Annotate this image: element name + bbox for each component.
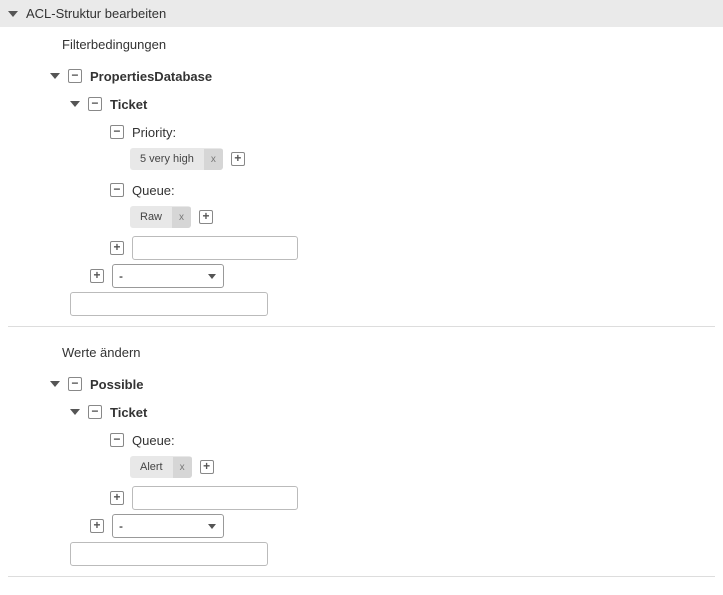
node-possible[interactable]: Possible — [8, 370, 723, 398]
panel-title: ACL-Struktur bearbeiten — [26, 6, 166, 21]
tag-remove-button[interactable]: x — [204, 149, 223, 170]
add-prop-row-change — [8, 484, 723, 512]
node-queue-change[interactable]: Queue: — [8, 426, 723, 454]
remove-node-icon[interactable] — [110, 125, 124, 139]
add-type-row-match: - — [8, 262, 723, 290]
prop-label: Queue: — [132, 183, 175, 198]
tag-remove-button[interactable]: x — [172, 207, 191, 228]
remove-node-icon[interactable] — [110, 433, 124, 447]
caret-down-icon — [50, 73, 60, 79]
remove-node-icon[interactable] — [88, 405, 102, 419]
add-prop-row-match — [8, 234, 723, 262]
add-prop-icon[interactable] — [110, 491, 124, 505]
type-select-wrap: - — [112, 514, 224, 538]
collapse-icon — [8, 11, 18, 17]
add-root-input-change[interactable] — [70, 542, 268, 566]
value-row-priority: 5 very high x — [8, 146, 723, 176]
type-select-wrap: - — [112, 264, 224, 288]
caret-down-icon — [70, 101, 80, 107]
node-label: Possible — [90, 377, 143, 392]
prop-label: Priority: — [132, 125, 176, 140]
prop-label: Queue: — [132, 433, 175, 448]
node-priority[interactable]: Priority: — [8, 118, 723, 146]
node-label: Ticket — [110, 97, 147, 112]
type-select-match[interactable]: - — [112, 264, 224, 288]
node-label: Ticket — [110, 405, 147, 420]
add-type-row-change: - — [8, 512, 723, 540]
value-row-queue-match: Raw x — [8, 204, 723, 234]
section-divider — [8, 326, 715, 327]
add-value-icon[interactable] — [199, 210, 213, 224]
remove-node-icon[interactable] — [110, 183, 124, 197]
section-divider — [8, 576, 715, 577]
add-type-icon[interactable] — [90, 519, 104, 533]
remove-node-icon[interactable] — [88, 97, 102, 111]
node-ticket-change[interactable]: Ticket — [8, 398, 723, 426]
add-prop-icon[interactable] — [110, 241, 124, 255]
tag-queue-change[interactable]: Alert x — [130, 456, 192, 478]
tag-text: Alert — [130, 456, 173, 478]
caret-down-icon — [50, 381, 60, 387]
caret-down-icon — [70, 409, 80, 415]
node-ticket-match[interactable]: Ticket — [8, 90, 723, 118]
remove-node-icon[interactable] — [68, 69, 82, 83]
tag-remove-button[interactable]: x — [173, 457, 192, 478]
type-select-change[interactable]: - — [112, 514, 224, 538]
node-properties-database[interactable]: PropertiesDatabase — [8, 62, 723, 90]
tag-text: 5 very high — [130, 148, 204, 170]
section-title-change: Werte ändern — [0, 335, 723, 370]
add-root-row-change — [8, 540, 723, 568]
add-root-row-match — [8, 290, 723, 318]
add-root-input-match[interactable] — [70, 292, 268, 316]
tree-change: Possible Ticket Queue: Alert x - — [0, 370, 723, 568]
tag-priority[interactable]: 5 very high x — [130, 148, 223, 170]
value-row-queue-change: Alert x — [8, 454, 723, 484]
tag-text: Raw — [130, 206, 172, 228]
section-title-match: Filterbedingungen — [0, 27, 723, 62]
remove-node-icon[interactable] — [68, 377, 82, 391]
add-value-icon[interactable] — [200, 460, 214, 474]
node-queue-match[interactable]: Queue: — [8, 176, 723, 204]
add-prop-input-match[interactable] — [132, 236, 298, 260]
add-prop-input-change[interactable] — [132, 486, 298, 510]
tree-match: PropertiesDatabase Ticket Priority: 5 ve… — [0, 62, 723, 318]
add-value-icon[interactable] — [231, 152, 245, 166]
node-label: PropertiesDatabase — [90, 69, 212, 84]
panel-header[interactable]: ACL-Struktur bearbeiten — [0, 0, 723, 27]
tag-queue-match[interactable]: Raw x — [130, 206, 191, 228]
add-type-icon[interactable] — [90, 269, 104, 283]
